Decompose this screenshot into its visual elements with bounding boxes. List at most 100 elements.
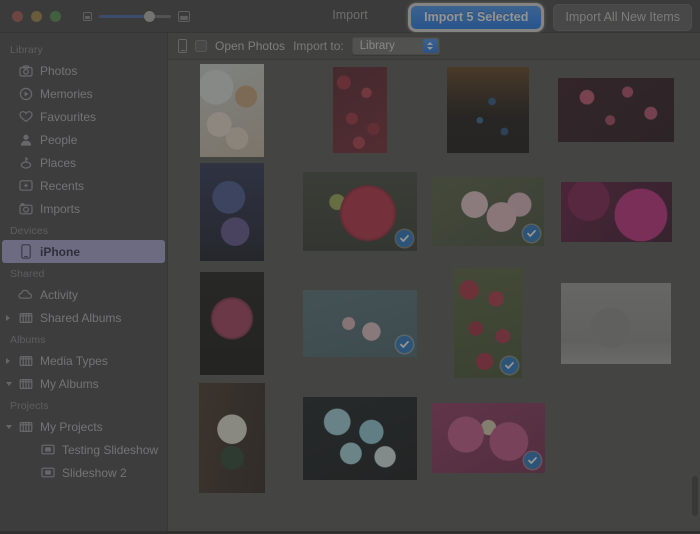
maximize-button[interactable] — [50, 11, 61, 22]
import-to-label: Import to: — [293, 39, 344, 53]
sidebar-item-recents[interactable]: Recents — [0, 174, 167, 197]
sidebar-item-places[interactable]: Places — [0, 151, 167, 174]
memories-icon — [18, 87, 33, 101]
chevron-right-icon[interactable] — [6, 315, 10, 321]
photo-pink-bokeh[interactable] — [558, 78, 674, 142]
photo-roses[interactable] — [200, 64, 264, 157]
open-photos-checkbox[interactable] — [195, 40, 207, 52]
photo-cell[interactable] — [424, 60, 552, 160]
photo-cell[interactable] — [424, 383, 552, 493]
sidebar-item-shared-albums[interactable]: Shared Albums — [0, 306, 167, 329]
sidebar-item-label: iPhone — [40, 245, 80, 259]
vertical-scrollbar[interactable] — [691, 88, 699, 534]
photo-cell[interactable] — [168, 160, 296, 263]
minimize-button[interactable] — [31, 11, 42, 22]
sidebar-section-header: Albums — [0, 329, 167, 349]
photo-cell[interactable] — [424, 263, 552, 383]
import-to-dropdown[interactable]: Library — [352, 37, 440, 55]
chevron-updown-icon[interactable] — [423, 39, 438, 53]
photos-icon — [18, 64, 33, 78]
album-icon — [18, 420, 33, 434]
person-icon — [18, 133, 33, 147]
sidebar-item-label: My Projects — [40, 420, 103, 434]
photo-cell[interactable] — [424, 160, 552, 263]
sidebar-item-label: People — [40, 133, 77, 147]
small-thumbnail-icon — [83, 12, 92, 21]
sidebar-section-header: Shared — [0, 263, 167, 283]
scrollbar-thumb[interactable] — [692, 476, 698, 516]
sidebar-item-favourites[interactable]: Favourites — [0, 105, 167, 128]
photo-selected-checkmark[interactable] — [501, 357, 518, 374]
sidebar-item-label: Photos — [40, 64, 77, 78]
pin-icon — [18, 156, 33, 170]
photo-cell[interactable] — [168, 383, 296, 493]
sidebar-item-slideshow-2[interactable]: Slideshow 2 — [0, 461, 167, 484]
slideshow-icon — [40, 443, 55, 457]
photo-cell[interactable] — [296, 60, 424, 160]
import-all-new-items-button[interactable]: Import All New Items — [553, 4, 692, 31]
photo-blue-vase[interactable] — [200, 163, 264, 261]
sidebar-item-label: Imports — [40, 202, 80, 216]
photo-dark-blue[interactable] — [447, 67, 529, 153]
close-button[interactable] — [12, 11, 23, 22]
photo-red-field[interactable] — [454, 268, 522, 378]
photo-grid-row — [168, 383, 700, 493]
photos-import-window: Import Import 5 Selected Import All New … — [0, 0, 700, 534]
photo-grid[interactable] — [168, 60, 700, 534]
sidebar-item-label: Slideshow 2 — [62, 466, 127, 480]
photo-pink-mums[interactable] — [432, 403, 545, 473]
zoom-slider-track[interactable] — [99, 15, 171, 18]
photo-cell[interactable] — [296, 160, 424, 263]
chevron-down-icon[interactable] — [6, 382, 12, 386]
photo-selected-checkmark[interactable] — [396, 336, 413, 353]
sidebar-item-people[interactable]: People — [0, 128, 167, 151]
cloud-icon — [18, 288, 33, 302]
photo-cell[interactable] — [296, 263, 424, 383]
focus-cutout — [415, 1, 555, 32]
chevron-right-icon[interactable] — [6, 358, 10, 364]
photo-gray-wall[interactable] — [561, 283, 671, 364]
sidebar-item-my-projects[interactable]: My Projects — [0, 415, 167, 438]
iphone-icon — [178, 39, 187, 53]
photo-lilies[interactable] — [432, 177, 544, 246]
sidebar-section-header: Library — [0, 39, 167, 59]
photo-cell[interactable] — [296, 383, 424, 493]
sidebar-item-memories[interactable]: Memories — [0, 82, 167, 105]
sidebar-item-my-albums[interactable]: My Albums — [0, 372, 167, 395]
photo-red-specks[interactable] — [333, 67, 387, 153]
photo-selected-checkmark[interactable] — [524, 452, 541, 469]
large-thumbnail-icon — [178, 11, 190, 22]
photo-magenta[interactable] — [561, 182, 672, 242]
chevron-down-icon[interactable] — [6, 425, 12, 429]
photo-grid-row — [168, 60, 700, 160]
sidebar-item-imports[interactable]: Imports — [0, 197, 167, 220]
photo-selected-checkmark[interactable] — [396, 230, 413, 247]
photo-cell[interactable] — [552, 160, 680, 263]
photo-grid-row — [168, 160, 700, 263]
slideshow-icon — [40, 466, 55, 480]
sidebar-item-testing-slideshow[interactable]: Testing Slideshow — [0, 438, 167, 461]
photo-dahlia[interactable] — [303, 172, 417, 251]
photo-grid-row — [168, 263, 700, 383]
photo-cell[interactable] — [552, 60, 680, 160]
sidebar-item-photos[interactable]: Photos — [0, 59, 167, 82]
import-to-value: Library — [353, 40, 395, 52]
photo-white-rose[interactable] — [199, 383, 265, 493]
import-toolbar: Open Photos Import to: Library — [168, 33, 700, 60]
sidebar-item-activity[interactable]: Activity — [0, 283, 167, 306]
sidebar-section-header: Devices — [0, 220, 167, 240]
photo-cell[interactable] — [552, 263, 680, 383]
photo-dark-dahlia[interactable] — [200, 272, 264, 375]
thumbnail-zoom-slider[interactable] — [83, 11, 190, 22]
photo-forget-me-not[interactable] — [303, 397, 417, 480]
zoom-slider-knob[interactable] — [144, 11, 155, 22]
photo-cell[interactable] — [168, 60, 296, 160]
window-titlebar: Import Import 5 Selected Import All New … — [0, 0, 700, 33]
photo-blossom[interactable] — [303, 290, 417, 357]
sidebar-item-iphone[interactable]: iPhone — [2, 240, 165, 263]
sidebar-item-label: Media Types — [40, 354, 108, 368]
photo-cell[interactable] — [168, 263, 296, 383]
sidebar-item-media-types[interactable]: Media Types — [0, 349, 167, 372]
sidebar-item-label: Shared Albums — [40, 311, 121, 325]
photo-selected-checkmark[interactable] — [523, 225, 540, 242]
